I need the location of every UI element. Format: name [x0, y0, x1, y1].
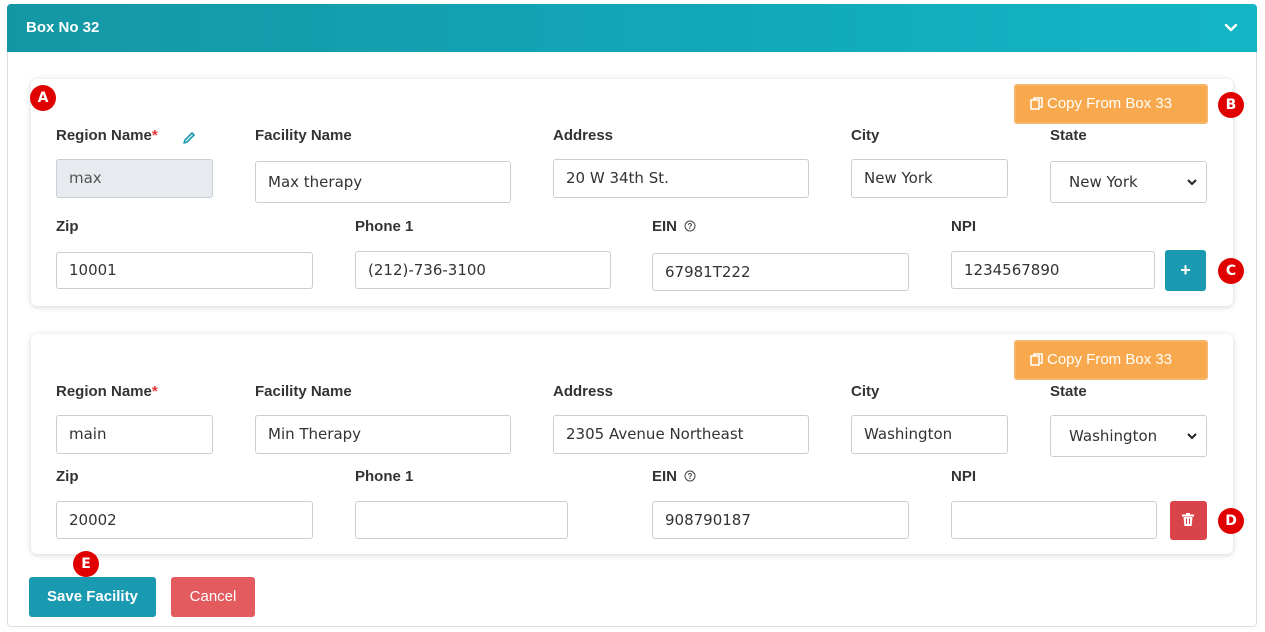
box-header[interactable]: Box No 32 — [7, 4, 1257, 52]
cancel-button[interactable]: Cancel — [171, 577, 255, 617]
copy-from-box33-button[interactable]: Copy From Box 33 — [1014, 340, 1208, 380]
facility-name-input[interactable]: Min Therapy — [255, 415, 511, 454]
region-name-input[interactable]: max — [56, 159, 213, 198]
npi-input[interactable]: 1234567890 — [951, 251, 1155, 289]
city-input[interactable]: Washington — [851, 415, 1008, 454]
state-label: State — [1050, 383, 1087, 400]
save-facility-button[interactable]: Save Facility — [29, 577, 156, 617]
chevron-down-icon — [1187, 433, 1197, 440]
help-icon[interactable]: ? — [684, 220, 696, 232]
city-label: City — [851, 127, 880, 144]
zip-input[interactable]: 20002 — [56, 501, 313, 539]
trash-icon — [1182, 513, 1194, 526]
address-input[interactable]: 2305 Avenue Northeast — [553, 415, 809, 454]
zip-input[interactable]: 10001 — [56, 252, 313, 289]
npi-input[interactable] — [951, 501, 1157, 539]
city-input[interactable]: New York — [851, 159, 1008, 198]
chevron-down-icon — [1187, 179, 1197, 186]
box-title: Box No 32 — [26, 19, 100, 36]
help-icon[interactable]: ? — [684, 470, 696, 482]
chevron-down-icon[interactable] — [1221, 17, 1241, 37]
facility-name-label: Facility Name — [255, 127, 352, 144]
state-select[interactable]: Washington — [1050, 415, 1207, 457]
ein-label: EIN ? — [652, 468, 696, 485]
zip-label: Zip — [56, 468, 79, 485]
phone1-label: Phone 1 — [355, 218, 414, 235]
npi-label: NPI — [951, 218, 977, 235]
state-select[interactable]: New York — [1050, 161, 1207, 203]
add-npi-button[interactable]: + — [1165, 250, 1206, 291]
annotation-badge-e: E — [73, 551, 99, 577]
phone1-input[interactable] — [355, 501, 568, 539]
copy-button-label: Copy From Box 33 — [1047, 95, 1173, 112]
npi-label: NPI — [951, 468, 977, 485]
ein-input[interactable]: 67981T222 — [652, 253, 909, 291]
copy-from-box33-button[interactable]: Copy From Box 33 — [1014, 84, 1208, 124]
phone1-input[interactable]: (212)-736-3100 — [355, 251, 611, 289]
region-name-input[interactable]: main — [56, 415, 213, 454]
svg-text:?: ? — [688, 472, 693, 481]
annotation-badge-d: D — [1218, 508, 1244, 534]
address-input[interactable]: 20 W 34th St. — [553, 159, 809, 198]
facility-name-input[interactable]: Max therapy — [255, 161, 511, 203]
phone1-label: Phone 1 — [355, 468, 414, 485]
city-label: City — [851, 383, 880, 400]
copy-icon — [1030, 353, 1043, 366]
address-label: Address — [553, 127, 614, 144]
svg-text:?: ? — [688, 222, 693, 231]
copy-button-label: Copy From Box 33 — [1047, 351, 1173, 368]
pencil-icon[interactable] — [182, 131, 196, 145]
facility-name-label: Facility Name — [255, 383, 352, 400]
state-select-value: New York — [1069, 173, 1138, 191]
address-label: Address — [553, 383, 614, 400]
delete-facility-button[interactable] — [1170, 501, 1207, 540]
copy-icon — [1030, 97, 1043, 110]
zip-label: Zip — [56, 218, 79, 235]
annotation-badge-b: B — [1218, 92, 1244, 118]
annotation-badge-c: C — [1218, 258, 1244, 284]
ein-input[interactable]: 908790187 — [652, 501, 909, 539]
region-name-label: Region Name* — [56, 383, 158, 400]
region-name-label: Region Name* — [56, 127, 158, 144]
state-select-value: Washington — [1069, 427, 1158, 445]
ein-label: EIN ? — [652, 218, 696, 235]
state-label: State — [1050, 127, 1087, 144]
annotation-badge-a: A — [30, 85, 56, 111]
